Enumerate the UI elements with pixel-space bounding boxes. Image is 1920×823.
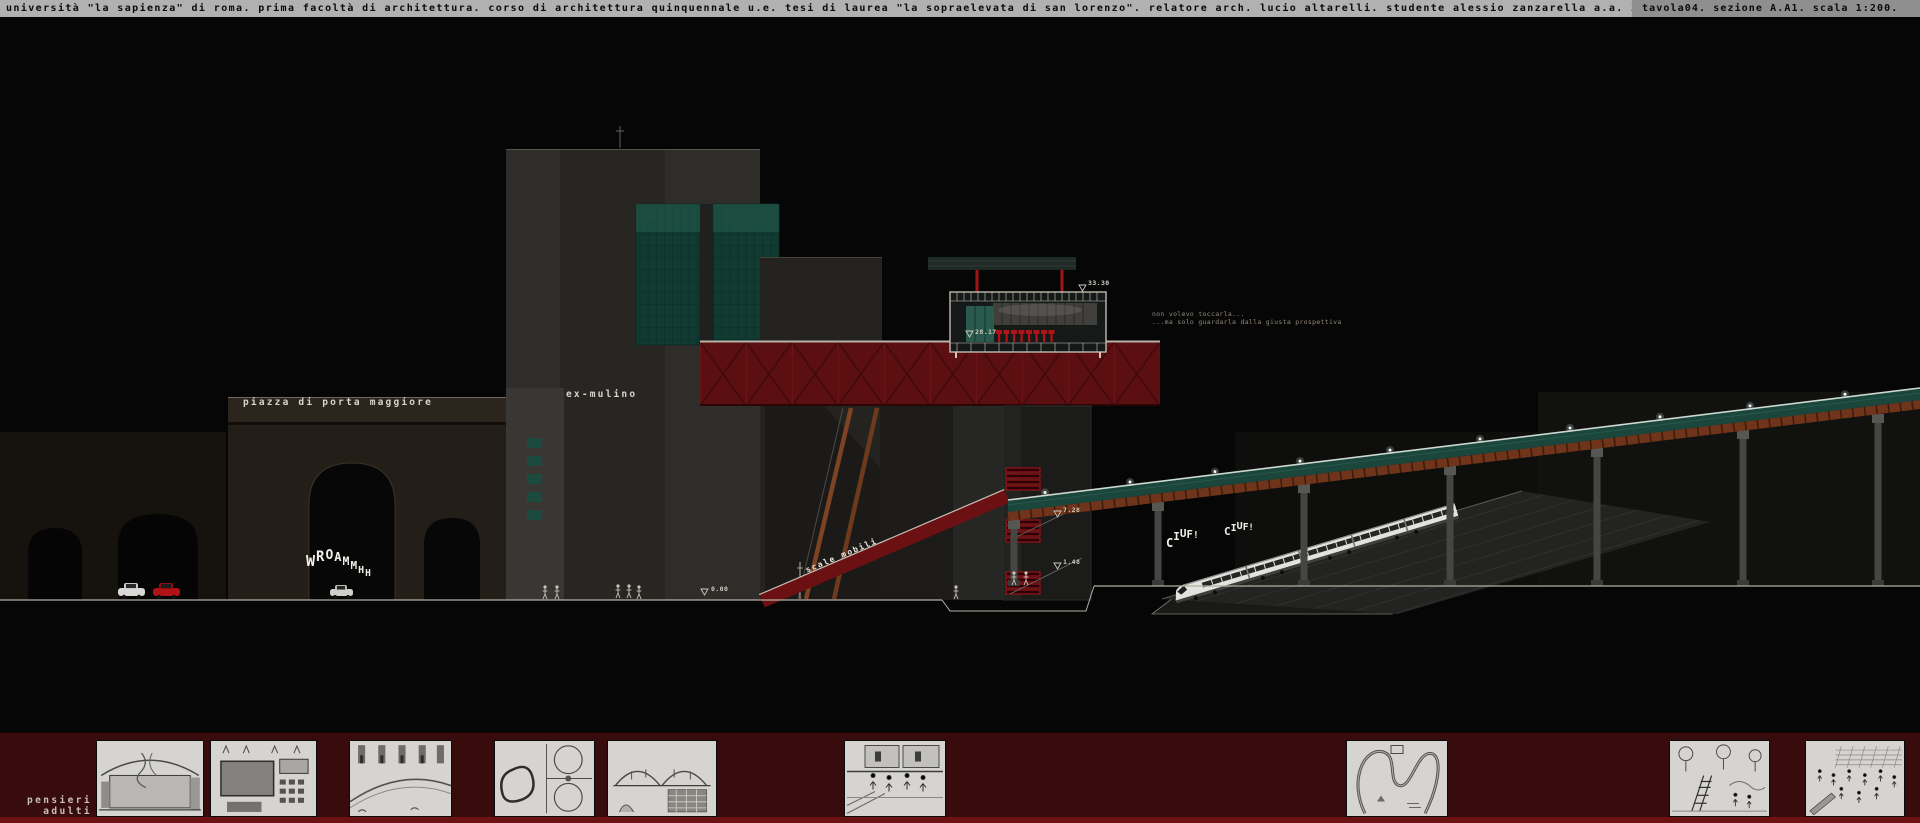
- train-sound-text-2: CIUF!: [1224, 516, 1254, 535]
- strip-caption: pensieri adulti: [18, 795, 92, 817]
- child-drawing-thumbnail-1: [96, 740, 204, 817]
- piazza-label: piazza di porta maggiore: [243, 397, 433, 408]
- level-marker-stair-upper: 7.28: [1063, 506, 1080, 514]
- car-sound-text: WROAMMHH: [306, 549, 372, 568]
- caption-line-2: adulti: [18, 806, 92, 817]
- level-marker-capsule-top: 33.30: [1088, 279, 1110, 287]
- child-drawing-thumbnail-6: [844, 740, 946, 817]
- caption-line-1: pensieri: [18, 795, 92, 806]
- level-marker-capsule-floor: 28.17: [975, 328, 997, 336]
- glass-curtain-walls: [636, 204, 779, 345]
- child-drawing-thumbnail-8: [1669, 740, 1770, 817]
- annotation-line-2: ...ma solo guardarla dalla giusta prospe…: [1152, 318, 1342, 326]
- child-drawing-thumbnail-7: [1346, 740, 1448, 817]
- footer-red-line: [0, 817, 1920, 823]
- annotation-line-1: non volevo toccarla...: [1152, 310, 1342, 318]
- section-drawing: [0, 0, 1920, 823]
- annotation-quote: non volevo toccarla... ...ma solo guarda…: [1152, 310, 1342, 326]
- train-sound-text-1: CIUF!: [1166, 526, 1199, 545]
- level-marker-stair-lower: 1.48: [1063, 558, 1080, 566]
- child-drawing-thumbnail-9: [1805, 740, 1905, 817]
- children-drawings-strip: pensieri adulti: [0, 732, 1920, 823]
- child-drawing-thumbnail-3: [349, 740, 452, 817]
- child-drawing-thumbnail-2: [210, 740, 317, 817]
- presentation-board: università "la sapienza" di roma. prima …: [0, 0, 1920, 823]
- level-marker-ground: 0.00: [711, 585, 728, 593]
- child-drawing-thumbnail-5: [607, 740, 717, 817]
- child-drawing-thumbnail-4: [494, 740, 595, 817]
- ex-mulino-label: ex-mulino: [566, 389, 637, 400]
